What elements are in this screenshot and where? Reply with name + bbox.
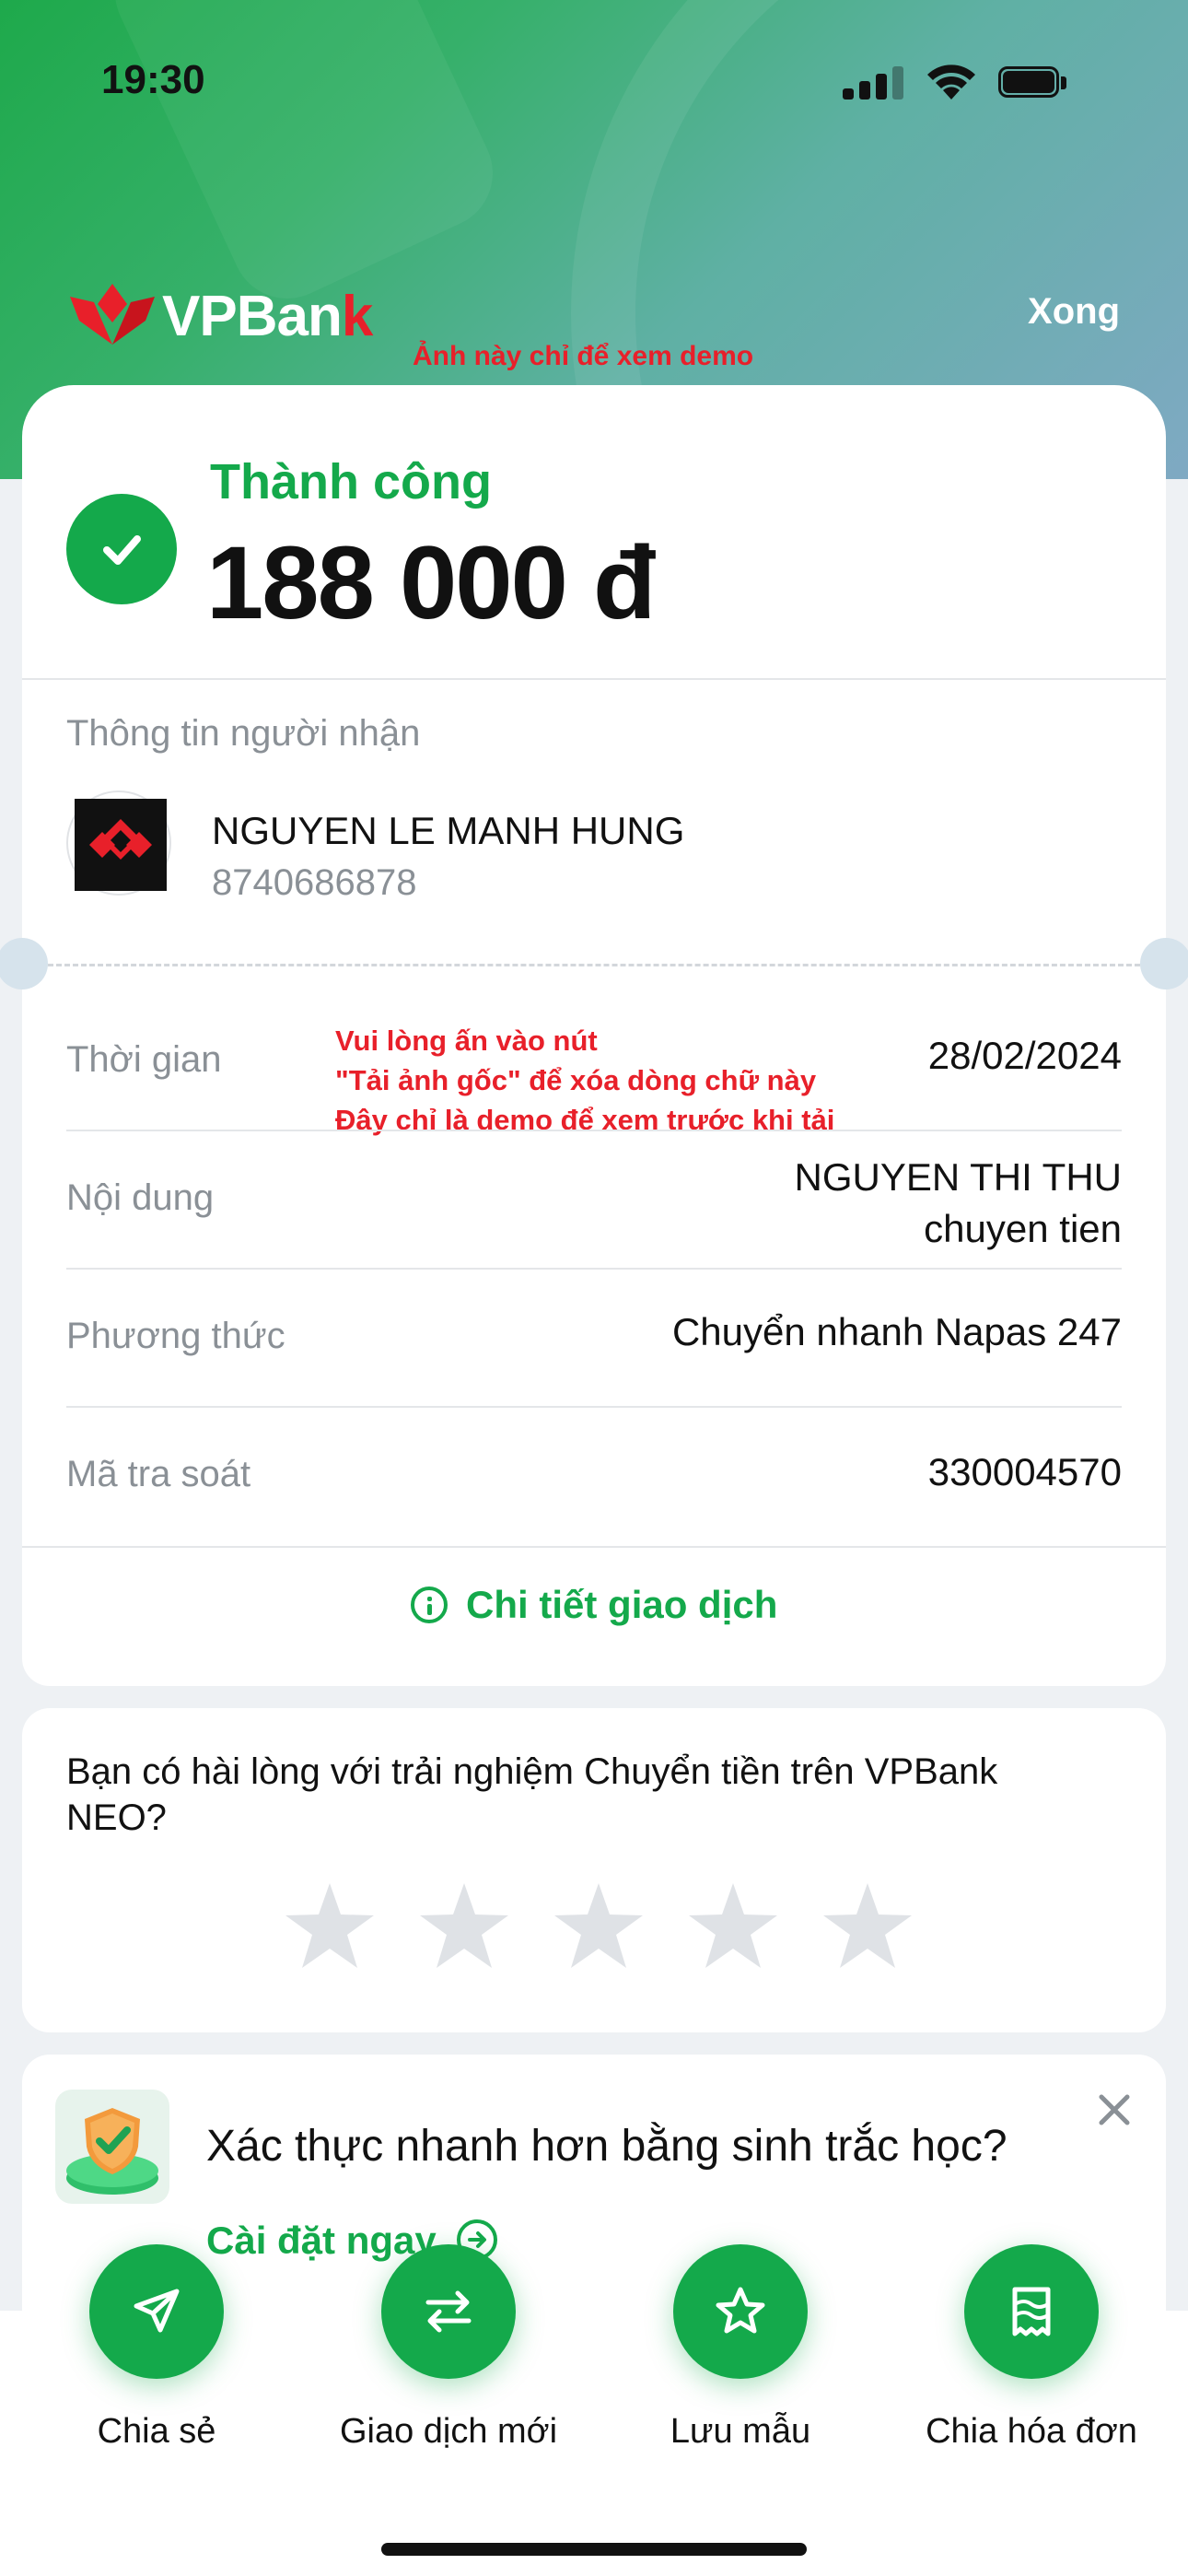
new-transaction-label: Giao dịch mới (339, 2412, 558, 2451)
row-divider (66, 1268, 1122, 1270)
rating-card: Bạn có hài lòng với trải nghiệm Chuyển t… (22, 1708, 1166, 2032)
ticket-notch-left (0, 938, 48, 989)
row-value-time: 28/02/2024 (927, 1034, 1122, 1077)
split-bill-label: Chia hóa đơn (926, 2412, 1137, 2451)
wifi-icon (927, 64, 975, 100)
biometric-shield-icon (55, 2090, 169, 2204)
close-icon[interactable] (1094, 2090, 1135, 2130)
bank-avatar (66, 790, 171, 896)
ticket-notch-right (1140, 938, 1188, 989)
new-transaction-button-circle[interactable] (381, 2244, 516, 2379)
status-time: 19:30 (101, 57, 205, 102)
transaction-receipt-card: Thành công 188 000 đ Thông tin người nhậ… (0, 385, 1188, 1686)
recipient-section-label: Thông tin người nhận (66, 713, 421, 754)
demo-note: Vui lòng ấn vào nút "Tải ảnh gốc" để xóa… (335, 1021, 834, 1140)
biometric-title: Xác thực nhanh hơn bằng sinh trắc học? (206, 2122, 1007, 2171)
recipient-name: NGUYEN LE MANH HUNG (212, 809, 685, 852)
save-template-button[interactable]: Lưu mẫu (630, 2244, 851, 2452)
status-bar: 19:30 (0, 0, 1188, 166)
info-icon (410, 1587, 448, 1623)
row-label-time: Thời gian (66, 1039, 222, 1080)
logo-wordmark: VPBank (162, 285, 373, 348)
rating-star-icon[interactable] (549, 1879, 648, 1975)
demo-note-line: "Tải ảnh gốc" để xóa dòng chữ này (335, 1064, 817, 1096)
vpbank-logo: VPBank (66, 276, 379, 350)
transaction-detail-label: Chi tiết giao dịch (466, 1583, 778, 1626)
row-value-content: NGUYEN THI THU chuyen tien (795, 1152, 1122, 1255)
rating-star-icon[interactable] (818, 1879, 917, 1975)
demo-note-line: Vui lòng ấn vào nút (335, 1025, 598, 1057)
save-template-button-circle[interactable] (673, 2244, 808, 2379)
done-button[interactable]: Xong (1028, 291, 1120, 333)
home-indicator (381, 2543, 807, 2556)
transaction-detail-link[interactable]: Chi tiết giao dịch (22, 1583, 1166, 1627)
share-label: Chia sẻ (97, 2412, 216, 2451)
divider (22, 678, 1166, 680)
row-label-trace: Mã tra soát (66, 1454, 251, 1494)
signal-icon (843, 66, 903, 100)
share-button[interactable]: Chia sẻ (46, 2244, 267, 2452)
transaction-status: Thành công (210, 454, 492, 509)
divider (22, 1546, 1166, 1548)
swap-icon (425, 2290, 472, 2333)
star-icon (716, 2287, 765, 2334)
receipt-icon (1012, 2287, 1051, 2336)
share-button-circle[interactable] (89, 2244, 224, 2379)
star-rating (280, 1879, 952, 1980)
row-value-trace: 330004570 (927, 1450, 1122, 1493)
dashed-divider (48, 964, 1140, 966)
recipient-account: 8740686878 (212, 862, 417, 903)
rating-star-icon[interactable] (280, 1879, 379, 1975)
row-divider (66, 1406, 1122, 1408)
split-bill-button[interactable]: Chia hóa đơn (921, 2244, 1142, 2452)
save-template-label: Lưu mẫu (670, 2412, 811, 2451)
content-line-2: chuyen tien (924, 1207, 1122, 1250)
success-check-icon (66, 494, 177, 604)
rating-question: Bạn có hài lòng với trải nghiệm Chuyển t… (66, 1751, 998, 1838)
vpbank-logo-mark (70, 284, 155, 345)
new-transaction-button[interactable]: Giao dịch mới (338, 2244, 559, 2452)
row-divider (66, 1130, 1122, 1131)
demo-watermark: Ảnh này chỉ để xem demo (413, 341, 754, 371)
bank-logo-icon (89, 819, 152, 860)
battery-icon (998, 66, 1068, 100)
send-icon (134, 2289, 180, 2333)
demo-note-line: Đây chỉ là demo để xem trước khi tải (335, 1104, 835, 1136)
transaction-amount: 188 000 đ (206, 525, 656, 640)
split-bill-button-circle[interactable] (964, 2244, 1099, 2379)
rating-star-icon[interactable] (683, 1879, 783, 1975)
row-label-content: Nội dung (66, 1177, 215, 1218)
rating-star-icon[interactable] (414, 1879, 514, 1975)
row-value-method: Chuyển nhanh Napas 247 (671, 1310, 1122, 1353)
content-line-1: NGUYEN THI THU (794, 1155, 1122, 1199)
row-label-method: Phương thức (66, 1316, 285, 1356)
logo-wordmark-accent: k (341, 285, 373, 348)
